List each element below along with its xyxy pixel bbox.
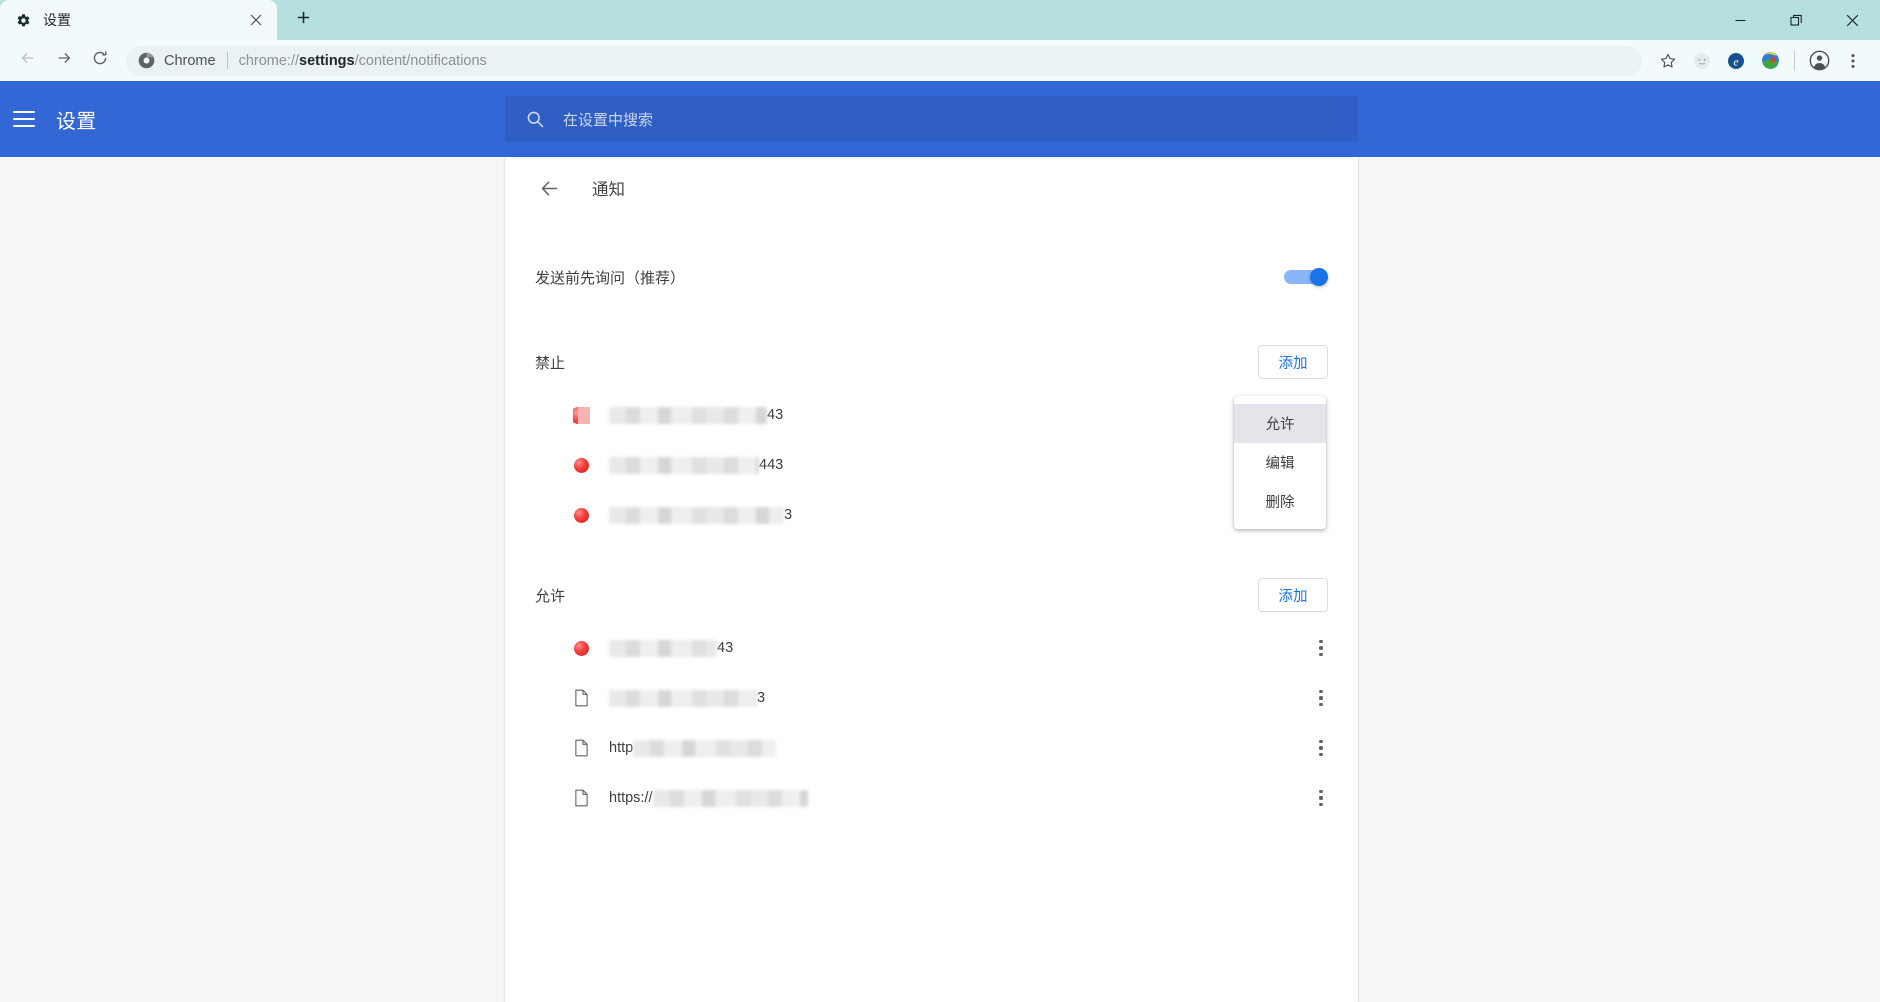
arrow-right-icon [55, 49, 73, 72]
back-button[interactable] [10, 43, 46, 79]
tab-title: 设置 [43, 12, 71, 28]
site-identity-label: Chrome [164, 52, 216, 69]
site-identity-chip[interactable]: Chrome [138, 52, 216, 69]
toolbar-divider [1794, 50, 1795, 71]
settings-app-title: 设置 [56, 110, 97, 133]
section-title-block: 禁止 [535, 354, 566, 372]
context-menu-item-edit[interactable]: 编辑 [1234, 443, 1326, 482]
url-highlight: settings [299, 52, 355, 69]
kebab-menu-icon[interactable] [1306, 633, 1336, 663]
ask-before-sending-row[interactable]: 发送前先询问（推荐） [505, 247, 1358, 307]
redacted-text [609, 456, 759, 474]
document-icon [573, 739, 590, 757]
site-name-suffix: 443 [759, 457, 784, 473]
row-context-menu: 允许 编辑 删除 [1234, 396, 1326, 529]
bookmark-star-icon[interactable] [1651, 44, 1685, 78]
table-row[interactable]: 3 [505, 490, 1358, 540]
url-prefix: chrome:// [238, 52, 300, 69]
browser-tab-settings[interactable]: 设置 [0, 0, 277, 40]
url-suffix: /content/notifications [354, 52, 487, 69]
site-name: https:// [609, 789, 1306, 807]
settings-top-bar: 设置 在设置中搜索 [0, 81, 1880, 157]
section-header-block: 禁止 添加 [505, 334, 1358, 390]
context-menu-item-delete[interactable]: 删除 [1234, 482, 1326, 521]
site-name: 443 [609, 456, 1306, 474]
extension-gray-icon[interactable] [1685, 44, 1719, 78]
context-menu-item-allow[interactable]: 允许 [1234, 404, 1326, 443]
site-name-suffix: 3 [757, 690, 766, 706]
table-row[interactable]: 3 [505, 673, 1358, 723]
gear-icon [14, 11, 32, 29]
search-icon [525, 109, 545, 129]
profile-avatar-icon[interactable] [1802, 44, 1836, 78]
chrome-menu-icon[interactable] [1836, 44, 1870, 78]
settings-search-placeholder: 在设置中搜索 [563, 111, 654, 129]
ask-before-sending-toggle[interactable] [1284, 268, 1328, 286]
reload-button[interactable] [82, 43, 118, 79]
extension-blue-e-icon[interactable]: e [1719, 44, 1753, 78]
redacted-text [609, 406, 767, 424]
plus-icon [296, 10, 311, 30]
redacted-text [609, 639, 717, 657]
svg-text:e: e [1734, 56, 1739, 68]
site-name-suffix: 43 [717, 640, 734, 656]
site-name-suffix: 43 [767, 407, 784, 423]
kebab-menu-icon[interactable] [1306, 783, 1336, 813]
page-header: 通知 [505, 157, 1358, 219]
address-bar[interactable]: Chrome chrome://settings/content/notific… [126, 45, 1642, 76]
section-title-allow: 允许 [535, 587, 566, 605]
site-name: 43 [609, 406, 1306, 424]
site-name: 3 [609, 689, 1306, 707]
kebab-menu-icon[interactable] [1306, 733, 1336, 763]
forward-button[interactable] [46, 43, 82, 79]
site-name-prefix: https:// [609, 790, 653, 806]
page-title: 通知 [592, 181, 625, 199]
site-name: 3 [609, 506, 1306, 524]
site-name: 43 [609, 639, 1306, 657]
chrome-logo-icon [138, 52, 155, 69]
window-controls [1712, 0, 1880, 40]
arrow-left-icon[interactable] [535, 174, 563, 202]
table-row[interactable]: http [505, 723, 1358, 773]
table-row[interactable]: 43 [505, 390, 1358, 440]
omnibox-divider [226, 52, 228, 69]
add-button-block[interactable]: 添加 [1258, 345, 1328, 379]
red-ball-icon [573, 507, 590, 524]
redacted-text [652, 789, 808, 807]
reload-icon [91, 49, 109, 72]
arrow-left-icon [19, 49, 37, 72]
settings-search-input[interactable]: 在设置中搜索 [505, 96, 1358, 142]
url-text: chrome://settings/content/notifications [239, 53, 487, 69]
notifications-settings-card: 通知 发送前先询问（推荐） 禁止 添加 43 443 3 允许 添加 43 3 … [505, 157, 1358, 1002]
red-ball-icon [573, 457, 590, 474]
hamburger-icon[interactable] [10, 105, 38, 133]
red-ball-clipped-icon [573, 406, 590, 424]
document-icon [573, 789, 590, 807]
add-button-allow[interactable]: 添加 [1258, 578, 1328, 612]
new-tab-button[interactable] [283, 3, 323, 37]
close-icon[interactable] [1824, 0, 1880, 40]
redacted-text [633, 739, 777, 757]
tab-strip: 设置 [0, 0, 1880, 40]
close-icon[interactable] [245, 9, 267, 31]
table-row[interactable]: 43 [505, 623, 1358, 673]
redacted-text [609, 689, 757, 707]
table-row[interactable]: https:// [505, 773, 1358, 823]
minimize-icon[interactable] [1712, 0, 1768, 40]
site-name-prefix: http [609, 740, 634, 756]
document-icon [573, 689, 590, 707]
browser-toolbar: Chrome chrome://settings/content/notific… [0, 40, 1880, 81]
section-header-allow: 允许 添加 [505, 567, 1358, 623]
site-name-suffix: 3 [784, 507, 793, 523]
toggle-knob [1310, 268, 1328, 286]
download-manager-icon[interactable] [1753, 44, 1787, 78]
red-ball-icon [573, 640, 590, 657]
site-name: http [609, 739, 1306, 757]
ask-before-sending-label: 发送前先询问（推荐） [535, 269, 686, 287]
kebab-menu-icon[interactable] [1306, 683, 1336, 713]
redacted-text [609, 506, 784, 524]
restore-icon[interactable] [1768, 0, 1824, 40]
table-row[interactable]: 443 [505, 440, 1358, 490]
